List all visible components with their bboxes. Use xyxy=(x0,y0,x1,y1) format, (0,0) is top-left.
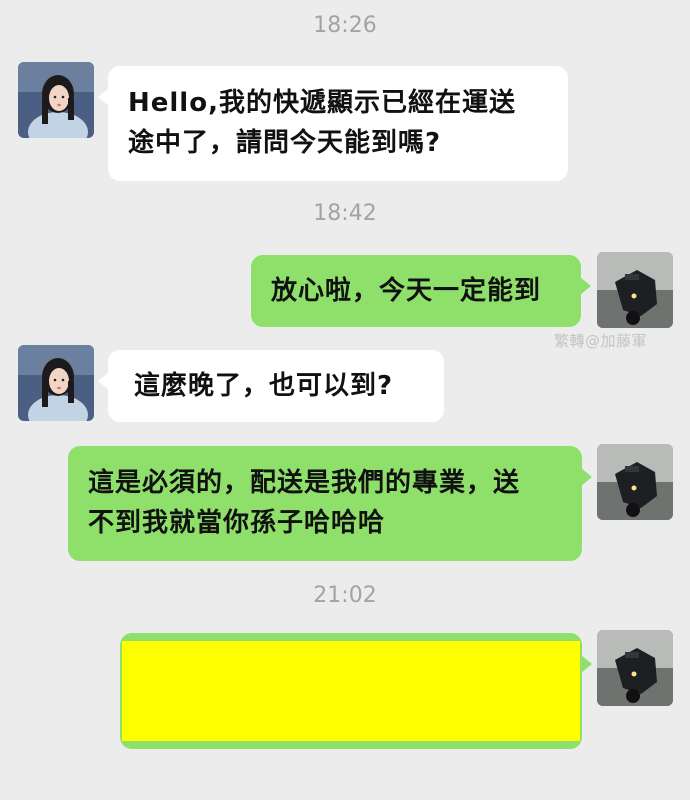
message-bubble-incoming[interactable]: Hello,我的快遞顯示已經在運送 途中了，請問今天能到嗎? xyxy=(98,66,568,181)
message-line: 途中了，請問今天能到嗎? xyxy=(128,128,442,158)
timestamp: 21:02 xyxy=(313,583,377,608)
message-line: 這是必須的，配送是我們的專業，送 xyxy=(88,468,521,498)
message-bubble-outgoing[interactable]: 這是必須的，配送是我們的專業，送 不到我就當你孫子哈哈哈 xyxy=(68,446,592,561)
watermark: 繁轉@加藤軍 xyxy=(554,332,648,350)
motorcycle-avatar-icon[interactable] xyxy=(597,444,673,520)
message-bubble-outgoing[interactable]: 放心啦，今天一定能到 xyxy=(251,255,591,327)
redaction-block xyxy=(122,641,580,741)
motorcycle-avatar-icon[interactable] xyxy=(597,252,673,328)
girl-avatar-icon[interactable] xyxy=(18,345,94,421)
message-line: 不到我就當你孫子哈哈哈 xyxy=(88,508,386,538)
timestamp: 18:42 xyxy=(313,201,377,226)
girl-avatar-icon[interactable] xyxy=(18,62,94,138)
message-bubble-outgoing[interactable] xyxy=(120,633,592,749)
message-line: Hello,我的快遞顯示已經在運送 xyxy=(128,88,516,118)
message-line: 放心啦，今天一定能到 xyxy=(271,276,542,306)
timestamp: 18:26 xyxy=(313,13,377,38)
motorcycle-avatar-icon[interactable] xyxy=(597,630,673,706)
message-line: 這麼晚了，也可以到? xyxy=(134,371,394,401)
message-bubble-incoming[interactable]: 這麼晚了，也可以到? xyxy=(98,350,444,422)
